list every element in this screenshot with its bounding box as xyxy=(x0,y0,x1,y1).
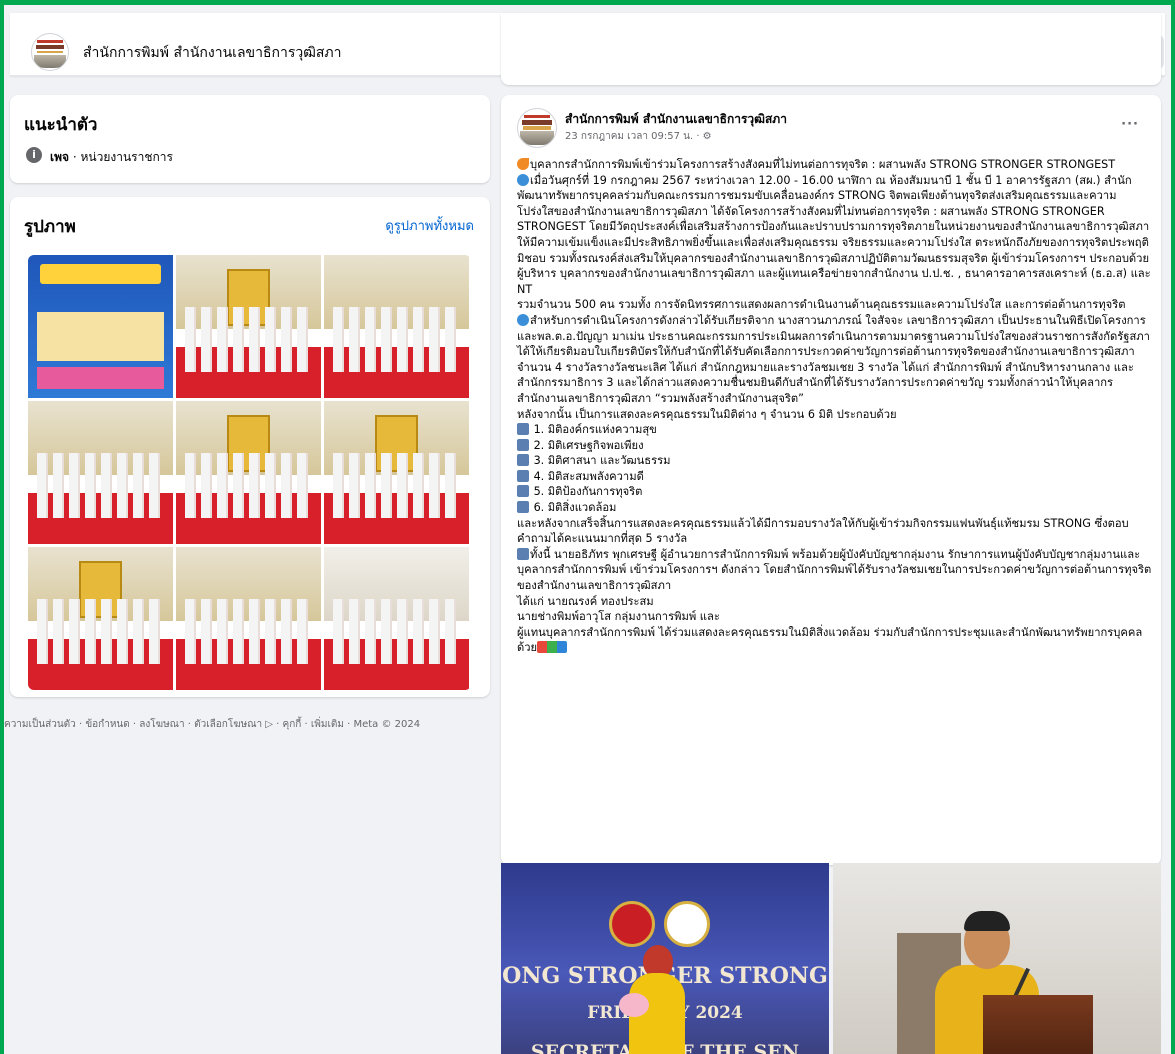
post-paragraph: และหลังจากเสร็จสิ้นการแสดงละครคุณธรรมแล้… xyxy=(517,516,1129,546)
post-paragraph: ทั้งนี้ นายอธิภัทร พุกเศรษฐี ผู้อำนวยการ… xyxy=(517,547,1152,593)
post-paragraph: ผู้แทนบุคลากรสำนักการพิมพ์ ได้ร่วมแสดงละ… xyxy=(517,625,1143,655)
sparkle-icon xyxy=(517,173,529,186)
arrow-icon xyxy=(517,469,529,482)
post-paragraph: นายช่างพิมพ์อาวุโส กลุ่มงานการพิมพ์ และ xyxy=(517,610,720,624)
previous-post-bottom xyxy=(501,13,1161,85)
list-item: 6. มิติสิ่งแวดล้อม xyxy=(517,500,1153,516)
post-photo-podium[interactable] xyxy=(833,863,1161,1054)
photo-thumbnail[interactable] xyxy=(28,255,173,398)
photos-title: รูปภาพ xyxy=(24,217,76,237)
list-item: 3. มิติศาสนา และวัฒนธรรม xyxy=(517,453,1153,469)
speaker-figure xyxy=(964,911,1010,931)
list-item: 4. มิติสะสมพลังความดี xyxy=(517,469,1153,485)
senate-seal-icon xyxy=(609,901,655,947)
photo-thumbnail[interactable] xyxy=(176,547,321,690)
arrow-icon xyxy=(517,454,529,467)
photo-thumbnail[interactable] xyxy=(176,255,321,398)
post-paragraph: บุคลากรสำนักการพิมพ์เข้าร่วมโครงการสร้าง… xyxy=(517,157,1153,173)
photo-thumbnail[interactable] xyxy=(324,255,469,398)
post-card: สำนักการพิมพ์ สำนักงานเลขาธิการวุฒิสภา 2… xyxy=(501,95,1161,865)
post-photo-stage[interactable]: ONG STRONGER STRONG FRIDAY LY 2024 SECRE… xyxy=(501,863,829,1054)
bouquet xyxy=(619,993,649,1017)
post-paragraph: ได้แก่ นายณรงค์ ทองประสม xyxy=(517,594,654,608)
strong-logo-icon xyxy=(664,901,710,947)
photo-thumbnail[interactable] xyxy=(324,401,469,544)
photo-grid xyxy=(28,255,471,690)
info-icon: i xyxy=(26,147,42,163)
post-text: บุคลากรสำนักการพิมพ์เข้าร่วมโครงการสร้าง… xyxy=(517,157,1153,656)
page-frame: สำนักการพิมพ์ สำนักงานเลขาธิการวุฒิสภา ·… xyxy=(4,5,1171,1054)
post-images: ONG STRONGER STRONG FRIDAY LY 2024 SECRE… xyxy=(501,863,1161,1054)
footer-links[interactable]: ความเป็นส่วนตัว · ข้อกำหนด · ลงโฆษณา · ต… xyxy=(4,717,474,733)
podium xyxy=(983,995,1093,1054)
post-paragraph: หลังจากนั้น เป็นการแสดงละครคุณธรรมในมิติ… xyxy=(517,407,897,421)
page-title[interactable]: สำนักการพิมพ์ สำนักงานเลขาธิการวุฒิสภา xyxy=(83,42,342,64)
post-paragraph: สำหรับการดำเนินโครงการดังกล่าวได้รับเกีย… xyxy=(517,313,1150,405)
photo-thumbnail[interactable] xyxy=(28,547,173,690)
intro-card: แนะนำตัว i เพจ · หน่วยงานราชการ xyxy=(10,95,490,183)
photo-thumbnail[interactable] xyxy=(324,547,469,690)
list-item: 2. มิติเศรษฐกิจพอเพียง xyxy=(517,438,1153,454)
photo-thumbnail[interactable] xyxy=(28,401,173,544)
photo-thumbnail[interactable] xyxy=(176,401,321,544)
post-paragraph: รวมจำนวน 500 คน รวมทั้ง การจัดนิทรรศการแ… xyxy=(517,298,1126,312)
arrow-icon xyxy=(517,423,529,436)
list-item: 1. มิติองค์กรแห่งความสุข xyxy=(517,422,1153,438)
post-paragraph: เมื่อวันศุกร์ที่ 19 กรกฎาคม 2567 ระหว่าง… xyxy=(517,173,1151,296)
post-more-button[interactable]: ··· xyxy=(1121,117,1139,132)
post-author-avatar[interactable] xyxy=(517,108,557,148)
photos-card: รูปภาพ ดูรูปภาพทั้งหมด xyxy=(10,197,490,697)
arrow-icon xyxy=(517,547,529,560)
page-avatar[interactable] xyxy=(31,33,69,71)
post-author-name[interactable]: สำนักการพิมพ์ สำนักงานเลขาธิการวุฒิสภา xyxy=(565,110,787,129)
page-category: เพจ · หน่วยงานราชการ xyxy=(50,150,173,164)
list-item: 5. มิติป้องกันการทุจริต xyxy=(517,484,1153,500)
intro-title: แนะนำตัว xyxy=(24,115,98,135)
see-all-photos-link[interactable]: ดูรูปภาพทั้งหมด xyxy=(385,215,474,236)
arrow-icon xyxy=(517,485,529,498)
megaphone-icon xyxy=(517,158,529,170)
emoji-icons xyxy=(537,641,568,654)
sparkle-icon xyxy=(517,313,529,326)
arrow-icon xyxy=(517,501,529,514)
arrow-icon xyxy=(517,438,529,451)
post-timestamp[interactable]: 23 กรกฎาคม เวลา 09:57 น. · ⚙ xyxy=(565,129,712,144)
